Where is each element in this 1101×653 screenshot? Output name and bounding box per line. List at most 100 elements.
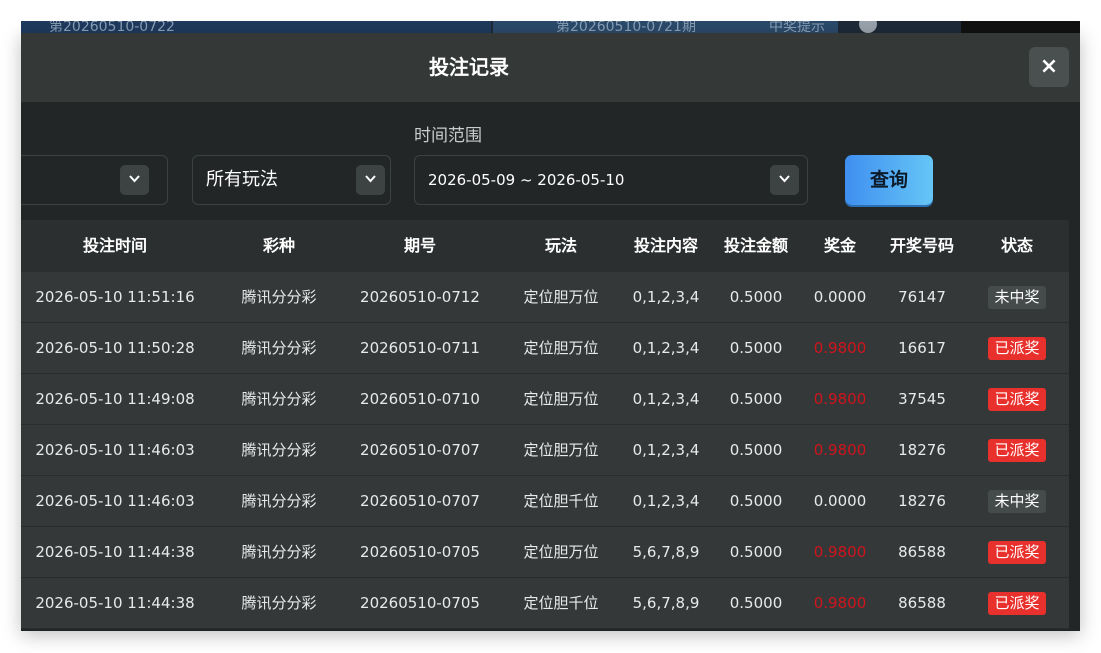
table-header: 投注时间 彩种 期号 玩法 投注内容 投注金额 奖金 开奖号码 状态 — [21, 220, 1069, 272]
background-issue-text-2: 第20260510-0721期 — [556, 21, 696, 33]
table-row: 2026-05-10 11:51:16 腾讯分分彩 20260510-0712 定位胆… — [21, 272, 1069, 323]
cell-play: 定位胆千位 — [523, 492, 599, 510]
cell-prize: 0.9800 — [813, 339, 867, 357]
status-badge: 已派奖 — [988, 439, 1046, 462]
column-header-draw-number: 开奖号码 — [889, 236, 954, 255]
column-header-lottery: 彩种 — [262, 236, 295, 255]
cell-lottery: 腾讯分分彩 — [241, 288, 317, 306]
time-range-value: 2026-05-09 ~ 2026-05-10 — [428, 171, 625, 189]
table-row: 2026-05-10 11:46:03 腾讯分分彩 20260510-0707 定位胆… — [21, 476, 1069, 527]
table-row: 2026-05-10 11:46:03 腾讯分分彩 20260510-0707 定位胆… — [21, 425, 1069, 476]
cell-amount: 0.5000 — [729, 492, 783, 510]
column-header-amount: 投注金额 — [723, 236, 788, 255]
column-header-prize: 奖金 — [823, 236, 856, 255]
cell-content: 5,6,7,8,9 — [632, 543, 700, 561]
cell-status: 未中奖 — [965, 272, 1069, 322]
cell-amount: 0.5000 — [729, 594, 783, 612]
cell-amount: 0.5000 — [729, 288, 783, 306]
cell-lottery: 腾讯分分彩 — [241, 594, 317, 612]
cell-lottery: 腾讯分分彩 — [241, 492, 317, 510]
status-badge: 已派奖 — [988, 337, 1046, 360]
cell-bet-time: 2026-05-10 11:51:16 — [35, 288, 195, 306]
column-header-status: 状态 — [1000, 236, 1033, 255]
background-avatar — [859, 21, 877, 33]
cell-issue: 20260510-0710 — [360, 390, 480, 408]
cell-prize: 0.0000 — [813, 288, 867, 306]
table-row: 2026-05-10 11:49:08 腾讯分分彩 20260510-0710 定位胆… — [21, 374, 1069, 425]
cell-draw-number: 18276 — [898, 492, 946, 510]
cell-content: 0,1,2,3,4 — [632, 492, 700, 510]
modal-header: 投注记录 × — [21, 33, 1080, 102]
cell-play: 定位胆万位 — [523, 288, 599, 306]
cell-bet-time: 2026-05-10 11:50:28 — [35, 339, 195, 357]
cell-status: 已派奖 — [965, 374, 1069, 424]
cell-issue: 20260510-0712 — [360, 288, 480, 306]
cell-lottery: 腾讯分分彩 — [241, 390, 317, 408]
cell-prize: 0.9800 — [813, 441, 867, 459]
cell-draw-number: 86588 — [898, 543, 946, 561]
chevron-down-icon — [356, 165, 385, 195]
cell-status: 已派奖 — [965, 578, 1069, 628]
cell-draw-number: 18276 — [898, 441, 946, 459]
cell-content: 0,1,2,3,4 — [632, 390, 700, 408]
close-icon: × — [1039, 54, 1059, 79]
cell-content: 5,6,7,8,9 — [632, 594, 700, 612]
cell-bet-time: 2026-05-10 11:46:03 — [35, 441, 195, 459]
cell-prize: 0.9800 — [813, 594, 867, 612]
lottery-select[interactable] — [21, 155, 168, 205]
cell-prize: 0.9800 — [813, 543, 867, 561]
cell-status: 未中奖 — [965, 476, 1069, 526]
column-header-issue: 期号 — [403, 236, 436, 255]
cell-issue: 20260510-0707 — [360, 441, 480, 459]
column-header-play: 玩法 — [544, 236, 577, 255]
cell-play: 定位胆万位 — [523, 390, 599, 408]
cell-draw-number: 37545 — [898, 390, 946, 408]
cell-prize: 0.9800 — [813, 390, 867, 408]
cell-draw-number: 86588 — [898, 594, 946, 612]
chevron-down-icon — [770, 165, 799, 195]
cell-lottery: 腾讯分分彩 — [241, 441, 317, 459]
cell-amount: 0.5000 — [729, 339, 783, 357]
background-prize-hint: 中奖提示 — [769, 21, 825, 33]
cell-draw-number: 16617 — [898, 339, 946, 357]
table-row: 2026-05-10 11:44:38 腾讯分分彩 20260510-0705 定位胆… — [21, 527, 1069, 578]
column-header-content: 投注内容 — [633, 236, 698, 255]
playtype-select-value: 所有玩法 — [206, 169, 278, 190]
cell-amount: 0.5000 — [729, 543, 783, 561]
status-badge: 未中奖 — [988, 490, 1046, 513]
cell-bet-time: 2026-05-10 11:49:08 — [35, 390, 195, 408]
cell-issue: 20260510-0711 — [360, 339, 480, 357]
table-row: 2026-05-10 11:50:28 腾讯分分彩 20260510-0711 定位胆… — [21, 323, 1069, 374]
cell-issue: 20260510-0707 — [360, 492, 480, 510]
background-issue-text: 第20260510-0722 — [49, 21, 175, 33]
cell-play: 定位胆万位 — [523, 339, 599, 357]
cell-draw-number: 76147 — [898, 288, 946, 306]
status-badge: 未中奖 — [988, 286, 1046, 309]
cell-issue: 20260510-0705 — [360, 543, 480, 561]
cell-lottery: 腾讯分分彩 — [241, 543, 317, 561]
modal-title: 投注记录 — [429, 55, 509, 79]
cell-content: 0,1,2,3,4 — [632, 288, 700, 306]
screen: 第20260510-0722 第20260510-0721期 中奖提示 投注记录… — [0, 0, 1101, 653]
time-range-select[interactable]: 2026-05-09 ~ 2026-05-10 — [414, 155, 808, 205]
cell-status: 已派奖 — [965, 323, 1069, 373]
cell-status: 已派奖 — [965, 527, 1069, 577]
status-badge: 已派奖 — [988, 541, 1046, 564]
close-button[interactable]: × — [1029, 47, 1069, 87]
table-scrollbar[interactable] — [1069, 220, 1080, 631]
cell-play: 定位胆万位 — [523, 441, 599, 459]
background-page-strip: 第20260510-0722 第20260510-0721期 中奖提示 — [21, 21, 1080, 33]
status-badge: 已派奖 — [988, 388, 1046, 411]
cell-bet-time: 2026-05-10 11:44:38 — [35, 543, 195, 561]
cell-play: 定位胆万位 — [523, 543, 599, 561]
cell-issue: 20260510-0705 — [360, 594, 480, 612]
query-button[interactable]: 查询 — [845, 155, 933, 205]
time-range-label: 时间范围 — [414, 126, 482, 146]
cell-amount: 0.5000 — [729, 441, 783, 459]
table-row: 2026-05-10 11:44:38 腾讯分分彩 20260510-0705 定位胆… — [21, 578, 1069, 629]
cell-prize: 0.0000 — [813, 492, 867, 510]
cell-content: 0,1,2,3,4 — [632, 441, 700, 459]
cell-bet-time: 2026-05-10 11:44:38 — [35, 594, 195, 612]
playtype-select[interactable]: 所有玩法 — [192, 155, 391, 205]
chevron-down-icon — [120, 165, 149, 195]
